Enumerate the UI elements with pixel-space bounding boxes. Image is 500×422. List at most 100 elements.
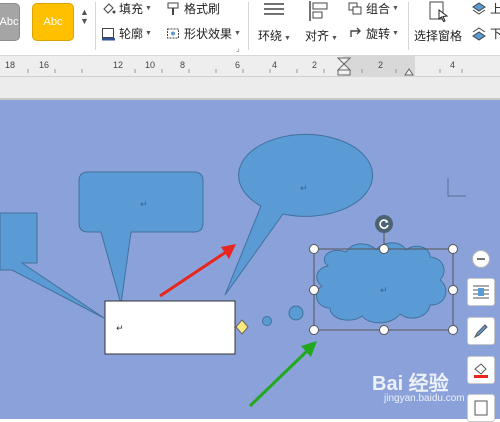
group-label: 组合: [366, 2, 391, 16]
ruler-tick-label: 16: [39, 60, 50, 70]
resize-handle-bottom-right[interactable]: [448, 325, 458, 335]
resize-handle-bottom[interactable]: [379, 325, 389, 335]
ribbon-toolbar: Abc Abc ▲ ▼ 填充 ▼ 格式刷 轮廓 ▼ 形状效果 ▼ ⌟ 环绕 ▼ …: [0, 0, 500, 56]
horizontal-ruler[interactable]: [0, 56, 500, 77]
pen-icon: [473, 324, 488, 339]
resize-handle-top[interactable]: [379, 244, 389, 254]
align-button[interactable]: 对齐 ▼: [300, 0, 340, 52]
outline-label: 轮廓: [119, 27, 144, 41]
chevron-down-icon: ▼: [234, 30, 241, 37]
chevron-down-icon: ▼: [331, 35, 338, 42]
chevron-down-icon: ▼: [392, 5, 399, 12]
paragraph-mark: ↵: [140, 199, 148, 209]
shape-style-button[interactable]: [467, 317, 495, 345]
bring-forward-button[interactable]: 上: [472, 0, 500, 17]
fill-button[interactable]: 填充 ▼: [101, 0, 152, 17]
minus-icon: [477, 258, 485, 260]
ruler-tick-label: 12: [113, 60, 124, 70]
swatch-label: Abc: [0, 16, 19, 28]
selection-pane-button[interactable]: 选择窗格: [412, 0, 468, 52]
ruler-tick-label: 18: [5, 60, 16, 70]
red-annotation-arrow: [159, 250, 227, 298]
right-indent-marker-icon[interactable]: [404, 66, 414, 76]
bring-forward-icon: [472, 1, 486, 15]
resize-handle-left[interactable]: [309, 285, 319, 295]
dialog-launcher-icon[interactable]: ⌟: [236, 44, 240, 53]
rotate-icon: [350, 27, 361, 37]
ruler-tick-label: 10: [145, 60, 156, 70]
rounded-rectangle-callout-shape[interactable]: [78, 171, 204, 305]
resize-handle-top-left[interactable]: [309, 244, 319, 254]
ruler-tick-label: 4: [450, 60, 456, 70]
align-label: 对齐: [305, 29, 330, 43]
red-arrow-head: [221, 244, 236, 259]
resize-handle-top-right[interactable]: [448, 244, 458, 254]
align-icon: [309, 1, 328, 21]
bring-forward-label: 上: [490, 2, 500, 16]
ruler-ticks: [27, 69, 463, 73]
chevron-down-icon: ▼: [145, 5, 152, 12]
wrap-label: 环绕: [258, 29, 283, 43]
text-wrap-icon: [264, 3, 284, 15]
separator: [408, 2, 409, 50]
rotation-handle[interactable]: [375, 215, 393, 233]
white-text-box[interactable]: [104, 300, 236, 355]
paint-bucket-icon: [103, 2, 116, 14]
chevron-down-icon: ▼: [284, 35, 291, 42]
shape-effects-label: 形状效果: [184, 27, 233, 41]
shape-style-swatch-gray[interactable]: Abc: [0, 3, 20, 41]
indent-marker-icon[interactable]: [337, 57, 351, 77]
shape-effects-button[interactable]: 形状效果 ▼: [166, 25, 241, 42]
shape-effects-icon: [167, 28, 179, 38]
collapse-toolbar-button[interactable]: [472, 250, 490, 268]
format-painter-icon: [167, 2, 179, 15]
fill-label: 填充: [119, 2, 144, 16]
shape-style-swatch-orange[interactable]: Abc: [32, 3, 74, 41]
chevron-down-icon: ▼: [392, 30, 399, 37]
rotate-button[interactable]: 旋转 ▼: [348, 25, 399, 42]
fill-tool-button[interactable]: [467, 356, 495, 384]
selection-pane-label: 选择窗格: [414, 29, 463, 43]
outline-button[interactable]: 轮廓 ▼: [101, 25, 152, 42]
baidu-watermark-url: jingyan.baidu.com: [384, 393, 465, 404]
format-painter-button[interactable]: 格式刷: [166, 0, 220, 17]
baidu-watermark: Bai 经验: [372, 373, 449, 395]
chevron-down-icon: ▼: [145, 30, 152, 37]
ruler-tick-label: 2: [312, 60, 318, 70]
resize-handle-bottom-left[interactable]: [309, 325, 319, 335]
ruler-tick-label: 8: [180, 60, 186, 70]
layout-options-icon: [473, 285, 489, 299]
green-annotation-arrow: [248, 349, 309, 408]
ruler-tick-label: 6: [235, 60, 241, 70]
send-backward-button[interactable]: 下: [472, 25, 500, 42]
send-backward-icon: [472, 26, 486, 41]
thought-bubble-dot-small[interactable]: [262, 316, 272, 326]
thought-bubble-dot-medium[interactable]: [288, 305, 304, 321]
ruler-gap: [0, 77, 500, 100]
separator: [248, 2, 249, 50]
outline-icon: [102, 27, 115, 40]
paragraph-mark: ↵: [300, 183, 308, 193]
rotate-label: 旋转: [366, 27, 391, 41]
paint-bucket-icon: [474, 363, 488, 378]
separator: [95, 2, 96, 50]
ruler-tick-label: 4: [272, 60, 278, 70]
swatch-label: Abc: [43, 16, 63, 28]
adjustment-handle[interactable]: [235, 319, 249, 335]
layout-options-button[interactable]: [467, 278, 495, 306]
style-gallery-expand-icon[interactable]: ▲ ▼: [80, 8, 89, 26]
resize-handle-right[interactable]: [448, 285, 458, 295]
ruler-tick-label: 2: [378, 60, 384, 70]
group-button[interactable]: 组合 ▼: [348, 0, 399, 17]
selection-pane-icon: [429, 1, 449, 23]
outline-icon: [474, 400, 488, 416]
rotate-icon: [379, 219, 389, 229]
wrap-button[interactable]: 环绕 ▼: [256, 0, 292, 52]
outline-tool-button[interactable]: [467, 394, 495, 422]
cloud-callout-shape[interactable]: [315, 242, 447, 324]
paragraph-mark: ↵: [116, 323, 124, 333]
format-painter-label: 格式刷: [184, 2, 221, 16]
paragraph-mark: ↵: [380, 285, 388, 295]
page-corner-mark: [447, 178, 466, 197]
send-backward-label: 下: [490, 27, 500, 41]
